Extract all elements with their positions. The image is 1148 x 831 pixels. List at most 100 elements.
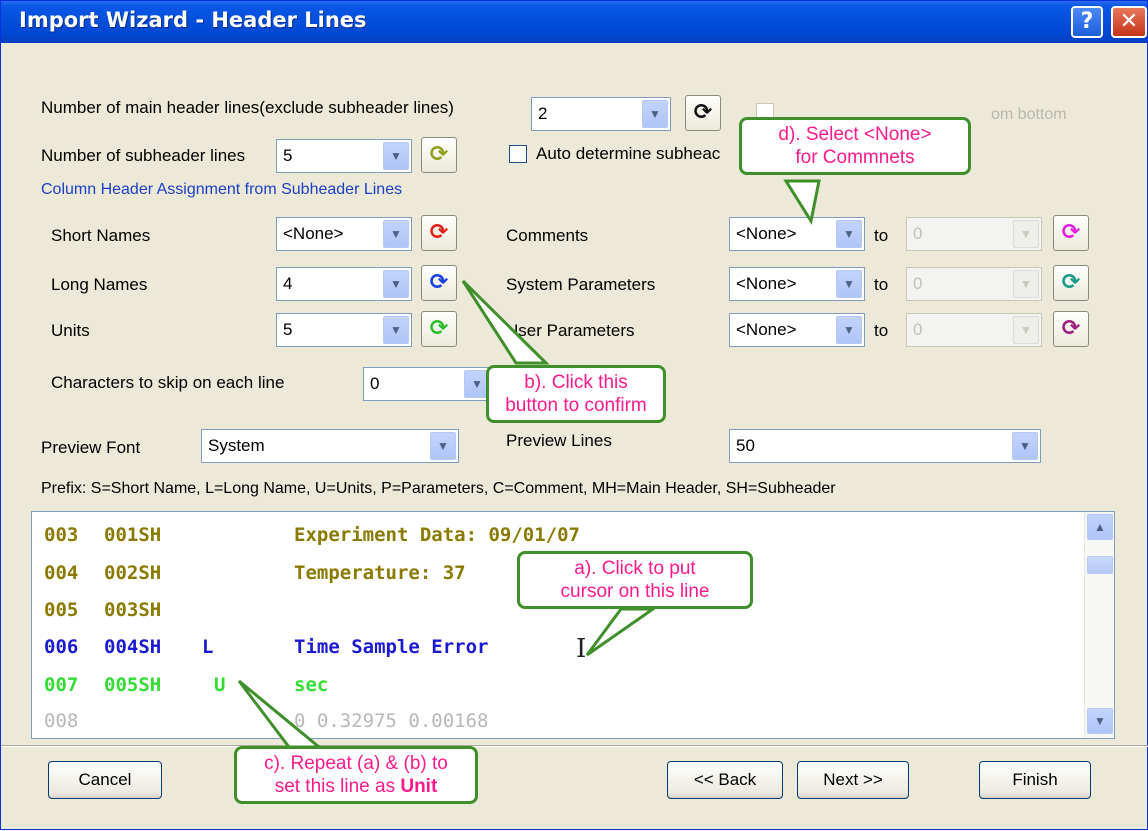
scroll-thumb[interactable] — [1087, 556, 1113, 574]
preview-line-code: 002SH — [104, 562, 162, 584]
preview-font-label: Preview Font — [41, 438, 141, 457]
refresh-subheader-button[interactable]: ⟳ — [421, 137, 457, 173]
units-combo[interactable]: 5 ▼ — [276, 313, 412, 347]
user-parameters-to-combo: 0 ▼ — [906, 313, 1042, 347]
preview-line[interactable]: 008 0 0.32975 0.00168 — [44, 710, 604, 736]
comments-to-value: 0 — [913, 224, 923, 243]
comments-value: <None> — [736, 224, 797, 243]
callout-d: d). Select <None> for Commnets — [739, 117, 971, 175]
auto-determine-label: Auto determine subheac — [536, 144, 721, 163]
auto-determine-checkbox[interactable] — [509, 145, 527, 163]
system-parameters-combo[interactable]: <None> ▼ — [729, 267, 865, 301]
long-names-combo[interactable]: 4 ▼ — [276, 267, 412, 301]
refresh-system-parameters-button[interactable]: ⟳ — [1053, 265, 1089, 301]
callout-c-line2: set this line as Unit — [243, 775, 469, 798]
chevron-down-icon[interactable]: ▼ — [430, 432, 456, 460]
refresh-main-header-button[interactable]: ⟳ — [685, 95, 721, 131]
short-names-value: <None> — [283, 224, 344, 243]
preview-lines-combo[interactable]: 50 ▼ — [729, 429, 1041, 463]
callout-d-pointer — [783, 179, 821, 225]
preview-scrollbar[interactable]: ▲ ▼ — [1084, 512, 1114, 738]
comments-to-combo: 0 ▼ — [906, 217, 1042, 251]
window-title: Import Wizard - Header Lines — [19, 8, 367, 32]
short-names-label: Short Names — [51, 226, 151, 245]
skip-characters-label: Characters to skip on each line — [51, 373, 285, 392]
callout-d-line1: d). Select <None> — [778, 124, 932, 145]
system-parameters-value: <None> — [736, 274, 797, 293]
subheader-lines-value: 5 — [283, 146, 293, 165]
system-parameters-label: System Parameters — [506, 275, 656, 294]
preview-font-value: System — [208, 436, 265, 455]
preview-line-text: 0 0.32975 0.00168 — [294, 710, 489, 732]
preview-lines-label: Preview Lines — [506, 431, 612, 450]
preview-line-flag: L — [202, 636, 214, 658]
help-icon[interactable]: ? — [1071, 6, 1103, 38]
faded-label: om bottom — [991, 106, 1067, 123]
close-icon[interactable]: ✕ — [1111, 6, 1147, 38]
refresh-user-parameters-button[interactable]: ⟳ — [1053, 311, 1089, 347]
callout-c-line2-prefix: set this line as — [274, 776, 401, 797]
title-bar: Import Wizard - Header Lines — [1, 1, 1147, 43]
preview-lines-value: 50 — [736, 436, 755, 455]
scroll-down-icon[interactable]: ▼ — [1087, 708, 1113, 734]
preview-line[interactable]: 006 004SH L Time Sample Error — [44, 636, 604, 662]
preview-font-combo[interactable]: System ▼ — [201, 429, 459, 463]
preview-line-number: 005 — [44, 599, 79, 621]
preview-line-flag: U — [214, 674, 226, 696]
skip-characters-combo[interactable]: 0 ▼ — [363, 367, 493, 401]
callout-a: a). Click to put cursor on this line — [517, 551, 753, 609]
refresh-icon: ⟳ — [429, 220, 449, 245]
callout-c: c). Repeat (a) & (b) to set this line as… — [234, 746, 478, 804]
preview-line-text: Time Sample Error — [294, 636, 489, 658]
refresh-comments-button[interactable]: ⟳ — [1053, 215, 1089, 251]
chevron-down-icon[interactable]: ▼ — [383, 316, 409, 344]
preview-line-text: sec — [294, 674, 329, 696]
user-parameters-label: User Parameters — [506, 321, 635, 340]
preview-line-text: Experiment Data: 09/01/07 — [294, 524, 580, 546]
user-parameters-value: <None> — [736, 320, 797, 339]
units-value: 5 — [283, 320, 293, 339]
subheader-lines-combo[interactable]: 5 ▼ — [276, 139, 412, 173]
units-label: Units — [51, 321, 90, 340]
chevron-down-icon[interactable]: ▼ — [836, 316, 862, 344]
chevron-down-icon[interactable]: ▼ — [383, 220, 409, 248]
comments-combo[interactable]: <None> ▼ — [729, 217, 865, 251]
long-names-label: Long Names — [51, 275, 148, 294]
callout-c-line1: c). Repeat (a) & (b) to — [264, 753, 448, 774]
short-names-combo[interactable]: <None> ▼ — [276, 217, 412, 251]
system-parameters-to-label: to — [874, 275, 889, 294]
chevron-down-icon[interactable]: ▼ — [642, 100, 668, 128]
refresh-icon: ⟳ — [1061, 316, 1081, 341]
cancel-button[interactable]: Cancel — [48, 761, 162, 799]
preview-text-area[interactable]: 003 001SH Experiment Data: 09/01/07 004 … — [31, 511, 1115, 739]
preview-line-code: 004SH — [104, 636, 162, 658]
chevron-down-icon[interactable]: ▼ — [383, 270, 409, 298]
back-button[interactable]: << Back — [667, 761, 783, 799]
chevron-down-icon: ▼ — [1013, 316, 1039, 344]
button-separator — [1, 745, 1148, 747]
refresh-short-names-button[interactable]: ⟳ — [421, 215, 457, 251]
main-header-lines-combo[interactable]: 2 ▼ — [531, 97, 671, 131]
user-parameters-combo[interactable]: <None> ▼ — [729, 313, 865, 347]
preview-line-number: 007 — [44, 674, 79, 696]
preview-line-number: 004 — [44, 562, 79, 584]
user-parameters-to-value: 0 — [913, 320, 923, 339]
comments-to-label: to — [874, 226, 889, 245]
chevron-down-icon[interactable]: ▼ — [836, 220, 862, 248]
text-cursor-icon: I — [576, 634, 587, 664]
preview-line[interactable]: 003 001SH Experiment Data: 09/01/07 — [44, 524, 604, 550]
chevron-down-icon[interactable]: ▼ — [383, 142, 409, 170]
refresh-units-button[interactable]: ⟳ — [421, 311, 457, 347]
user-parameters-to-label: to — [874, 321, 889, 340]
refresh-long-names-button[interactable]: ⟳ — [421, 265, 457, 301]
import-wizard-dialog: Import Wizard - Header Lines ? ✕ Number … — [0, 0, 1148, 830]
scroll-up-icon[interactable]: ▲ — [1087, 514, 1113, 540]
next-button[interactable]: Next >> — [797, 761, 909, 799]
finish-button[interactable]: Finish — [979, 761, 1091, 799]
chevron-down-icon[interactable]: ▼ — [1012, 432, 1038, 460]
chevron-down-icon[interactable]: ▼ — [836, 270, 862, 298]
preview-line[interactable]: 007 005SH U sec — [44, 674, 604, 700]
refresh-icon: ⟳ — [693, 100, 713, 125]
comments-label: Comments — [506, 226, 589, 245]
refresh-icon: ⟳ — [1061, 270, 1081, 295]
